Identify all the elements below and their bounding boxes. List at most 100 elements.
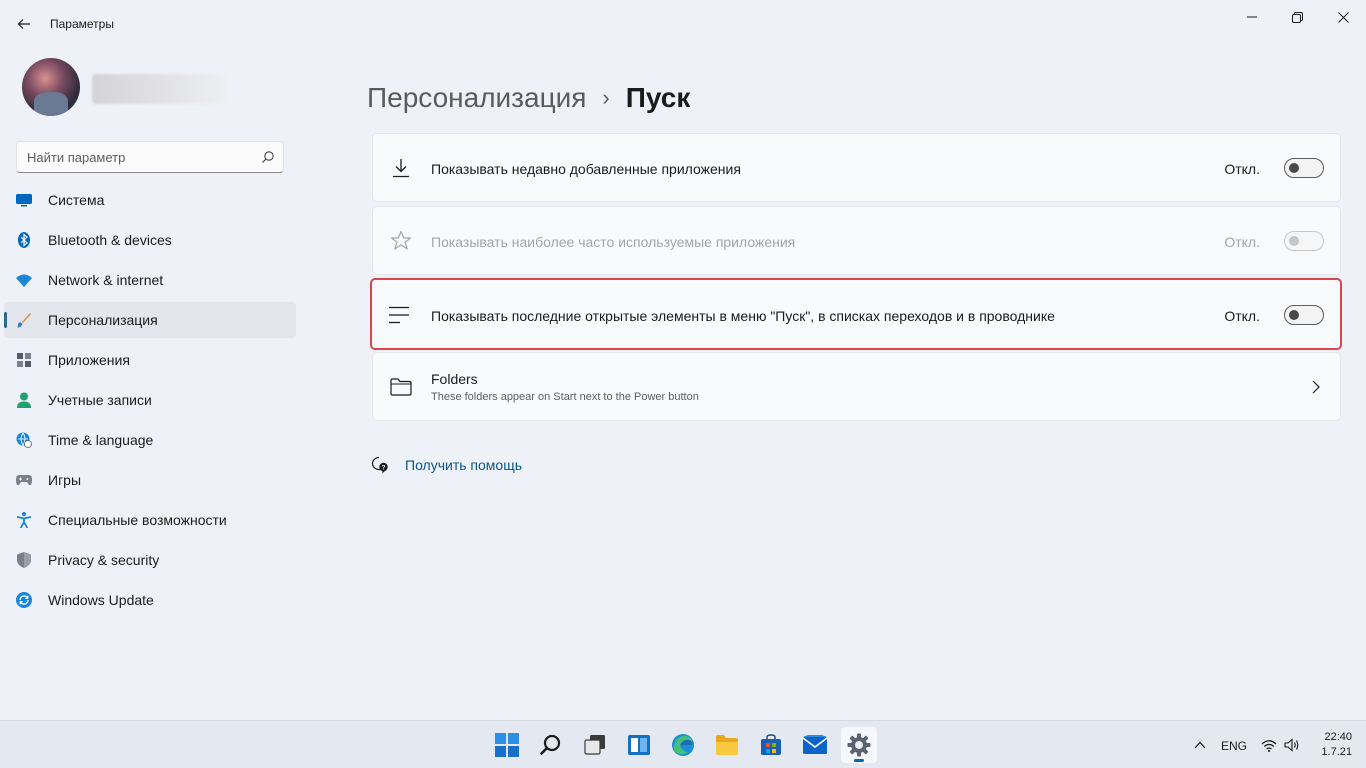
volume-tray-button[interactable] [1281, 727, 1303, 763]
get-help-label: Получить помощь [405, 457, 523, 473]
restore-icon [1291, 11, 1303, 23]
close-button[interactable] [1320, 4, 1366, 30]
maximize-button[interactable] [1274, 4, 1320, 30]
chevron-right-icon [1308, 379, 1324, 395]
setting-label: Показывать недавно добавленные приложени… [431, 161, 741, 177]
setting-label: Показывать наиболее часто используемые п… [431, 234, 796, 250]
breadcrumb-parent[interactable]: Персонализация [367, 82, 586, 114]
title-bar: Параметры [0, 0, 1366, 48]
search-icon [540, 734, 561, 755]
chevron-up-icon [1194, 741, 1206, 749]
list-icon [388, 304, 410, 326]
gamepad-icon [16, 472, 32, 488]
search-input[interactable] [27, 142, 257, 172]
avatar[interactable] [22, 58, 80, 116]
sidebar-item-label: Учетные записи [48, 392, 152, 408]
sidebar-item-system[interactable]: Система [4, 182, 296, 218]
sidebar-item-personalization[interactable]: Персонализация [4, 302, 296, 338]
setting-label: Folders [431, 371, 478, 387]
breadcrumb: Персонализация › Пуск [367, 80, 690, 116]
minimize-button[interactable] [1229, 4, 1275, 30]
get-help-link[interactable]: ? Получить помощь [371, 454, 522, 476]
sidebar-item-accessibility[interactable]: Специальные возможности [4, 502, 296, 538]
apps-icon [16, 352, 32, 368]
sidebar-item-label: Система [48, 192, 105, 208]
back-button[interactable] [10, 10, 38, 38]
taskbar: ENG 22:40 1.7.21 [0, 720, 1366, 768]
setting-recent-items: Показывать последние открытые элементы в… [370, 278, 1342, 350]
start-icon [495, 733, 519, 757]
update-icon [16, 592, 32, 608]
sidebar-item-accounts[interactable]: Учетные записи [4, 382, 296, 418]
sidebar-item-label: Специальные возможности [48, 512, 227, 528]
widgets-icon [628, 735, 650, 755]
clock-time: 22:40 [1324, 731, 1352, 743]
sidebar-item-label: Игры [48, 472, 82, 488]
user-name-blurred [92, 74, 228, 104]
sidebar-item-privacy[interactable]: Privacy & security [4, 542, 296, 578]
file-explorer-button[interactable] [709, 727, 745, 763]
wifi-icon [1261, 739, 1277, 752]
back-arrow-icon [17, 19, 30, 29]
help-icon: ? [371, 456, 388, 474]
close-icon [1337, 11, 1349, 23]
task-view-button[interactable] [577, 727, 613, 763]
show-hidden-icons-button[interactable] [1188, 727, 1212, 763]
sidebar-item-gaming[interactable]: Игры [4, 462, 296, 498]
sidebar-item-label: Time & language [48, 432, 154, 448]
sidebar-item-bluetooth[interactable]: Bluetooth & devices [4, 222, 296, 258]
search-icon[interactable] [261, 150, 275, 164]
toggle-switch[interactable] [1284, 305, 1324, 325]
setting-label: Показывать последние открытые элементы в… [431, 308, 1055, 324]
edge-button[interactable] [665, 727, 701, 763]
toggle-state-text: Откл. [1224, 308, 1260, 324]
input-language[interactable]: ENG [1221, 739, 1247, 753]
search-box[interactable] [16, 141, 284, 173]
edge-icon [672, 734, 694, 756]
sidebar-item-label: Privacy & security [48, 552, 160, 568]
store-icon [761, 734, 781, 755]
sidebar-item-windows-update[interactable]: Windows Update [4, 582, 296, 618]
toggle-knob [1289, 310, 1299, 320]
setting-most-used-apps: Показывать наиболее часто используемые п… [372, 206, 1341, 275]
file-explorer-icon [716, 735, 738, 755]
toggle-switch [1284, 231, 1324, 251]
mail-button[interactable] [797, 727, 833, 763]
toggle-state-text: Откл. [1224, 234, 1260, 250]
start-button[interactable] [489, 727, 525, 763]
settings-app-button[interactable] [841, 727, 877, 763]
network-tray-button[interactable] [1258, 727, 1280, 763]
page-title: Пуск [625, 82, 691, 113]
clock-date: 1.7.21 [1321, 746, 1352, 758]
monitor-icon [16, 192, 32, 208]
sidebar-item-label: Персонализация [48, 312, 158, 328]
app-title: Параметры [50, 17, 114, 31]
sidebar-item-apps[interactable]: Приложения [4, 342, 296, 378]
folder-icon [390, 376, 412, 398]
svg-text:?: ? [382, 464, 386, 471]
setting-description: These folders appear on Start next to th… [431, 391, 699, 403]
sidebar-item-label: Windows Update [48, 592, 154, 608]
minimize-icon [1247, 16, 1257, 18]
accessibility-icon [16, 512, 32, 528]
store-button[interactable] [753, 727, 789, 763]
sidebar-item-time-language[interactable]: Time & language [4, 422, 296, 458]
toggle-state-text: Откл. [1224, 161, 1260, 177]
person-icon [16, 392, 32, 408]
task-view-icon [584, 735, 605, 755]
setting-folders[interactable]: Folders These folders appear on Start ne… [372, 352, 1341, 421]
settings-icon [847, 733, 871, 757]
sidebar-item-label: Bluetooth & devices [48, 232, 172, 248]
sidebar-item-network[interactable]: Network & internet [4, 262, 296, 298]
bluetooth-icon [16, 232, 32, 248]
sidebar-item-label: Приложения [48, 352, 130, 368]
toggle-switch[interactable] [1284, 158, 1324, 178]
volume-icon [1284, 738, 1299, 752]
breadcrumb-separator: › [602, 85, 610, 110]
toggle-knob [1289, 236, 1299, 246]
shield-icon [16, 552, 32, 568]
taskbar-search-button[interactable] [533, 727, 569, 763]
clock[interactable]: 22:40 1.7.21 [1310, 730, 1352, 760]
sidebar-item-label: Network & internet [48, 272, 164, 288]
widgets-button[interactable] [621, 727, 657, 763]
